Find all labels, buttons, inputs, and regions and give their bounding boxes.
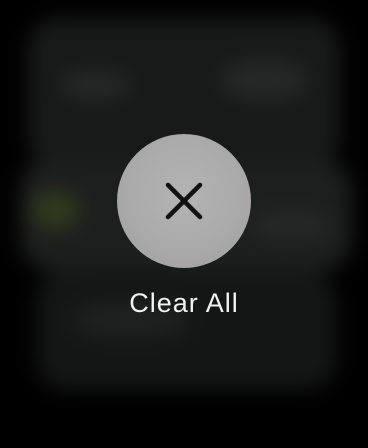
close-icon xyxy=(165,182,203,220)
blurred-text xyxy=(60,70,130,100)
clear-all-control: Clear All xyxy=(0,134,368,318)
watch-screen: Clear All xyxy=(0,0,368,448)
clear-all-label: Clear All xyxy=(129,288,239,318)
blurred-text xyxy=(220,60,310,100)
clear-all-button[interactable] xyxy=(117,134,251,268)
